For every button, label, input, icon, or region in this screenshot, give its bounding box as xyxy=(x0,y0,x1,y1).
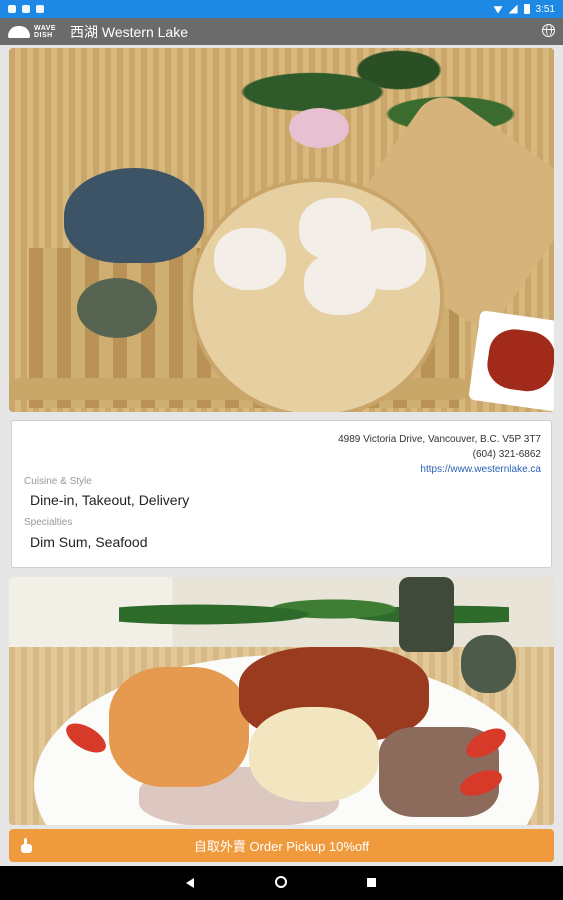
restaurant-info-card: 4989 Victoria Drive, Vancouver, B.C. V5P… xyxy=(11,420,552,568)
home-icon[interactable] xyxy=(275,876,287,888)
status-time: 3:51 xyxy=(535,3,555,15)
cuisine-value: Dine-in, Takeout, Delivery xyxy=(30,492,190,508)
recents-icon[interactable] xyxy=(367,878,376,887)
website-link[interactable]: https://www.westernlake.ca xyxy=(338,462,541,477)
seafood-platter-photo xyxy=(9,577,554,825)
notification-icons xyxy=(0,5,44,13)
globe-icon[interactable] xyxy=(542,24,555,37)
battery-icon xyxy=(523,4,530,14)
dim-sum-photo xyxy=(9,48,554,412)
system-icons: 3:51 xyxy=(493,3,563,15)
logo-icon xyxy=(8,25,30,38)
order-pickup-button[interactable]: 自取外賣 Order Pickup 10%off xyxy=(9,829,554,862)
signal-icon xyxy=(508,4,518,14)
notification-icon xyxy=(8,5,16,13)
hand-pointer-icon xyxy=(21,838,33,853)
wifi-icon xyxy=(493,6,503,14)
order-pickup-label: 自取外賣 Order Pickup 10%off xyxy=(193,839,370,854)
notification-icon xyxy=(22,5,30,13)
app-logo: WAVE DISH xyxy=(0,25,64,39)
specialties-label: Specialties xyxy=(24,517,73,528)
specialties-value: Dim Sum, Seafood xyxy=(30,534,148,550)
notification-icon xyxy=(36,5,44,13)
phone-link[interactable]: (604) 321-6862 xyxy=(338,447,541,462)
app-title: 西湖 Western Lake xyxy=(70,23,189,40)
status-bar: 3:51 xyxy=(0,0,563,18)
system-nav-bar xyxy=(0,866,563,900)
contact-block: 4989 Victoria Drive, Vancouver, B.C. V5P… xyxy=(338,432,541,477)
app-bar: WAVE DISH 西湖 Western Lake xyxy=(0,18,563,45)
logo-text: WAVE DISH xyxy=(34,24,57,39)
address-text[interactable]: 4989 Victoria Drive, Vancouver, B.C. V5P… xyxy=(338,432,541,447)
cuisine-label: Cuisine & Style xyxy=(24,476,92,487)
back-icon[interactable] xyxy=(186,878,194,888)
